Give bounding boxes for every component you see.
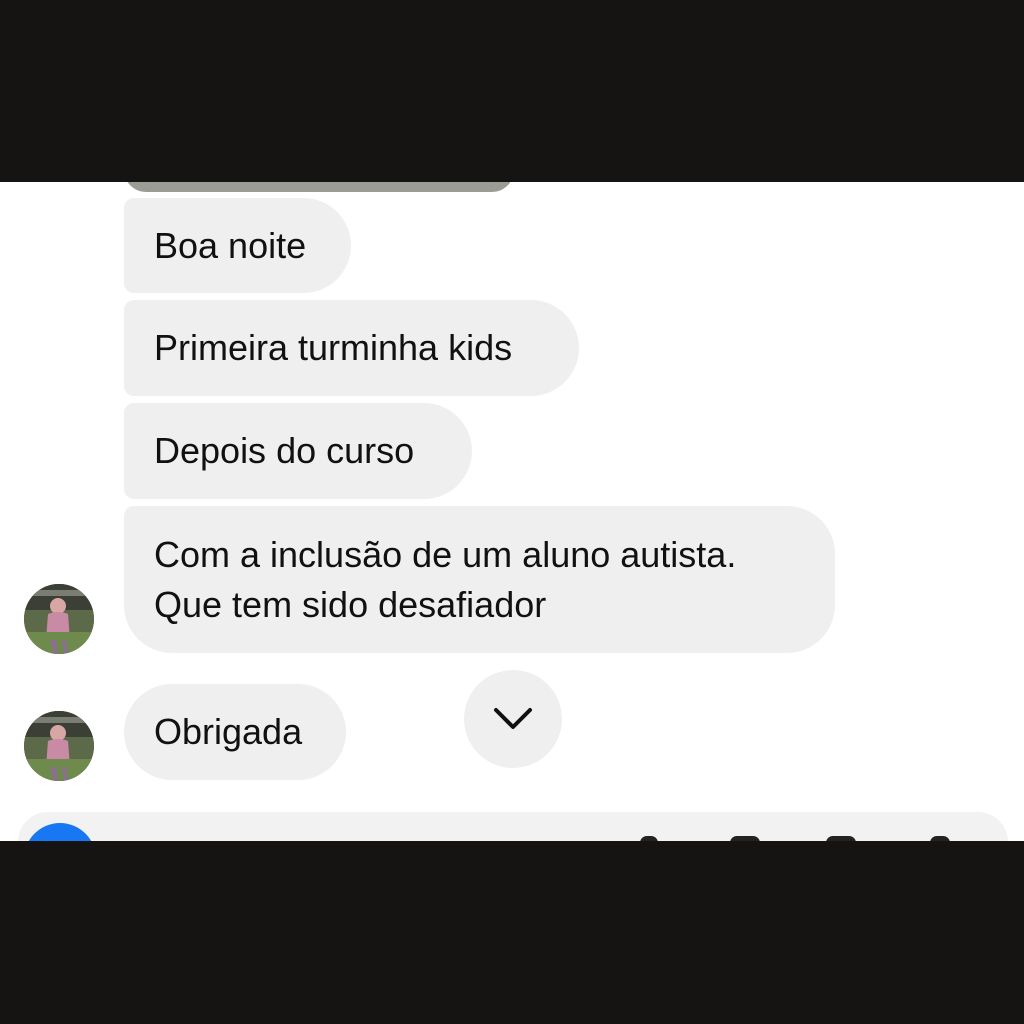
message-composer[interactable] (18, 812, 1008, 841)
message-text: Primeira turminha kids (154, 327, 513, 368)
message-bubble[interactable]: Obrigada (124, 684, 346, 780)
message-bubble[interactable]: Boa noite (124, 198, 351, 293)
message-text: Obrigada (154, 711, 303, 752)
chat-thread[interactable]: Boa noite Primeira turminha kids Depois … (0, 182, 1024, 841)
message-text-line: Que tem sido desafiador (154, 583, 547, 625)
message-text: Depois do curso (154, 430, 415, 471)
avatar[interactable] (24, 711, 94, 781)
message-bubble[interactable]: Primeira turminha kids (124, 300, 579, 396)
avatar-photo (24, 711, 94, 781)
message-bubble[interactable]: Com a inclusão de um aluno autista. Que … (124, 506, 835, 653)
avatar-photo (24, 584, 94, 654)
previous-media-bubble[interactable] (124, 182, 514, 192)
letterbox-bottom (0, 841, 1024, 1024)
chevron-down-icon (494, 708, 532, 729)
letterbox-top (0, 0, 1024, 182)
message-text: Boa noite (154, 224, 307, 266)
avatar[interactable] (24, 584, 94, 654)
message-text-line: Com a inclusão de um aluno autista. (154, 533, 737, 575)
scroll-to-bottom-button[interactable] (464, 670, 562, 768)
message-bubble[interactable]: Depois do curso (124, 403, 472, 499)
